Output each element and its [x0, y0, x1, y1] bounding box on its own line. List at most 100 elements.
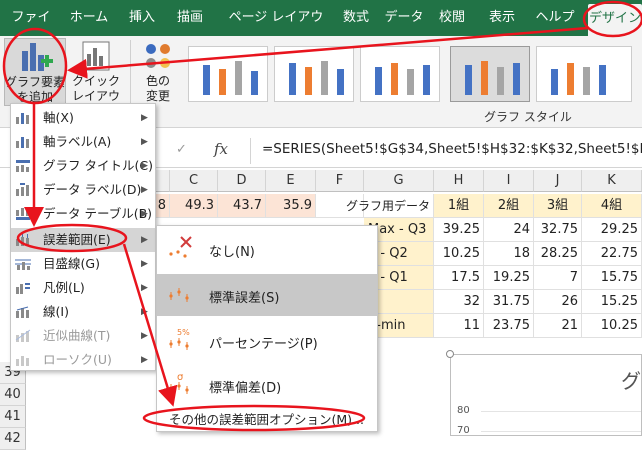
chart-style-thumb-1[interactable]	[188, 46, 268, 102]
column-header-i[interactable]: I	[484, 170, 534, 192]
check-icon[interactable]: ✓	[176, 142, 187, 157]
tab-data[interactable]: データ	[384, 0, 424, 36]
data-table-icon	[16, 208, 30, 220]
cell-j-row3[interactable]: 7	[534, 266, 582, 290]
column-header-d[interactable]: D	[218, 170, 266, 192]
chart-style-thumb-3[interactable]	[360, 46, 440, 102]
tab-help[interactable]: ヘルプ	[532, 0, 578, 36]
cell-j-row2[interactable]: 28.25	[534, 242, 582, 266]
menu-item-up-down-bars[interactable]: ローソク(U) ▶	[11, 348, 155, 372]
axis-titles-icon	[16, 137, 29, 148]
legend-icon	[16, 283, 30, 294]
menu-item-error-bars[interactable]: 誤差範囲(E) ▶	[11, 228, 155, 252]
menu-item-chart-title[interactable]: グラフ タイトル(C) ▶	[11, 154, 155, 178]
menu-item-data-labels[interactable]: データ ラベル(D) ▶	[11, 178, 155, 202]
cell-k-row5[interactable]: 10.25	[582, 314, 642, 338]
error-bars-none[interactable]: なし(N)	[157, 228, 377, 270]
cell-h-row4[interactable]: 32	[434, 290, 484, 314]
palette-icon	[146, 44, 170, 68]
add-chart-element-button[interactable]: グラフ要素 を追加	[4, 38, 66, 106]
menu-item-gridlines[interactable]: 目盛線(G) ▶	[11, 252, 155, 276]
cell-k-row1[interactable]: 29.25	[582, 218, 642, 242]
cell-g-header[interactable]: グラフ用データ	[336, 194, 434, 218]
chart-title[interactable]: グ	[621, 365, 641, 394]
column-header-f[interactable]: F	[316, 170, 364, 192]
chart-style-thumb-2[interactable]	[274, 46, 354, 102]
cell-k-row3[interactable]: 15.75	[582, 266, 642, 290]
tab-home[interactable]: ホーム	[66, 0, 112, 36]
lines-icon	[16, 306, 29, 318]
cell-i-row2[interactable]: 18	[484, 242, 534, 266]
submenu-arrow-icon: ▶	[141, 209, 148, 219]
tab-view[interactable]: 表示	[484, 0, 520, 36]
menu-item-label: 近似曲線(T)	[43, 328, 111, 343]
tab-draw[interactable]: 描画	[172, 0, 208, 36]
fx-icon[interactable]: fx	[214, 140, 228, 158]
menu-item-data-table[interactable]: データ テーブル(B) ▶	[11, 202, 155, 226]
percent-glyph: 5%	[177, 328, 190, 337]
menu-item-lines[interactable]: 線(I) ▶	[11, 300, 155, 324]
cell-h-row1[interactable]: 39.25	[434, 218, 484, 242]
error-bars-standard-error[interactable]: 標準誤差(S)	[157, 274, 377, 316]
chart-resize-handle[interactable]	[446, 350, 454, 358]
cell-j-row5[interactable]: 21	[534, 314, 582, 338]
tab-file[interactable]: ファイル	[6, 0, 56, 61]
menu-item-axis-titles[interactable]: 軸ラベル(A) ▶	[11, 130, 155, 154]
chart-style-thumb-5[interactable]	[536, 46, 632, 102]
row-header[interactable]: 40	[0, 384, 26, 406]
menu-item-legend[interactable]: 凡例(L) ▶	[11, 276, 155, 300]
cell-k-row2[interactable]: 22.75	[582, 242, 642, 266]
column-header-h[interactable]: H	[434, 170, 484, 192]
tab-insert[interactable]: 挿入	[124, 0, 160, 36]
cell-e-header[interactable]: 35.9	[266, 194, 316, 218]
menu-item-label: ローソク(U)	[43, 352, 112, 367]
cell-i-row3[interactable]: 19.25	[484, 266, 534, 290]
error-bars-icon	[16, 233, 29, 246]
gridline	[481, 411, 641, 412]
quick-layout-button[interactable]: クイック レイアウト	[68, 38, 124, 118]
error-bars-submenu: なし(N) 標準誤差(S) 5% パーセンテージ(P) σ 標準偏差(D) その…	[156, 225, 378, 432]
cell-j-header[interactable]: 3組	[534, 194, 582, 218]
change-colors-button[interactable]: 色の 変更	[134, 38, 182, 106]
column-header-c[interactable]: C	[170, 170, 218, 192]
cell-i-row1[interactable]: 24	[484, 218, 534, 242]
column-header-e[interactable]: E	[266, 170, 316, 192]
row-header[interactable]: 42	[0, 428, 26, 450]
y-axis-tick: 70	[457, 425, 470, 436]
formula-divider	[250, 138, 251, 164]
cell-i-row5[interactable]: 23.75	[484, 314, 534, 338]
row-header[interactable]: 41	[0, 406, 26, 428]
sigma-glyph: σ	[177, 372, 184, 383]
column-header-k[interactable]: K	[582, 170, 642, 192]
menu-item-trendline[interactable]: 近似曲線(T) ▶	[11, 324, 155, 348]
chart-object[interactable]: グ 80 70	[446, 350, 642, 436]
cell-j-row4[interactable]: 26	[534, 290, 582, 314]
more-error-bar-options[interactable]: その他の誤差範囲オプション(M)...	[169, 409, 364, 428]
tab-formulas[interactable]: 数式	[338, 0, 374, 36]
formula-input[interactable]: =SERIES(Sheet5!$G$34,Sheet5!$H$32:$K$32,…	[262, 141, 642, 157]
submenu-item-label: パーセンテージ(P)	[209, 337, 318, 352]
menu-item-label: 目盛線(G)	[43, 256, 100, 271]
error-bars-standard-deviation[interactable]: σ 標準偏差(D)	[157, 364, 377, 406]
tab-design[interactable]: デザイン	[588, 4, 642, 36]
error-bars-percentage[interactable]: 5% パーセンテージ(P)	[157, 320, 377, 362]
cell-h-row5[interactable]: 11	[434, 314, 484, 338]
cell-h-row3[interactable]: 17.5	[434, 266, 484, 290]
add-chart-element-icon	[22, 43, 53, 71]
cell-c-header[interactable]: 49.3	[170, 194, 218, 218]
cell-h-header[interactable]: 1組	[434, 194, 484, 218]
cell-h-row2[interactable]: 10.25	[434, 242, 484, 266]
cell-j-row1[interactable]: 32.75	[534, 218, 582, 242]
submenu-arrow-icon: ▶	[141, 355, 148, 365]
cell-k-header[interactable]: 4組	[582, 194, 642, 218]
menu-item-axes[interactable]: 軸(X) ▶	[11, 106, 155, 130]
tab-page-layout[interactable]: ページ レイアウト	[224, 0, 328, 61]
cell-i-row4[interactable]: 31.75	[484, 290, 534, 314]
tab-review[interactable]: 校閲	[434, 0, 470, 36]
chart-style-thumb-4[interactable]	[450, 46, 530, 102]
cell-k-row4[interactable]: 15.25	[582, 290, 642, 314]
column-header-j[interactable]: J	[534, 170, 582, 192]
cell-i-header[interactable]: 2組	[484, 194, 534, 218]
column-header-g[interactable]: G	[364, 170, 434, 192]
cell-d-header[interactable]: 43.7	[218, 194, 266, 218]
